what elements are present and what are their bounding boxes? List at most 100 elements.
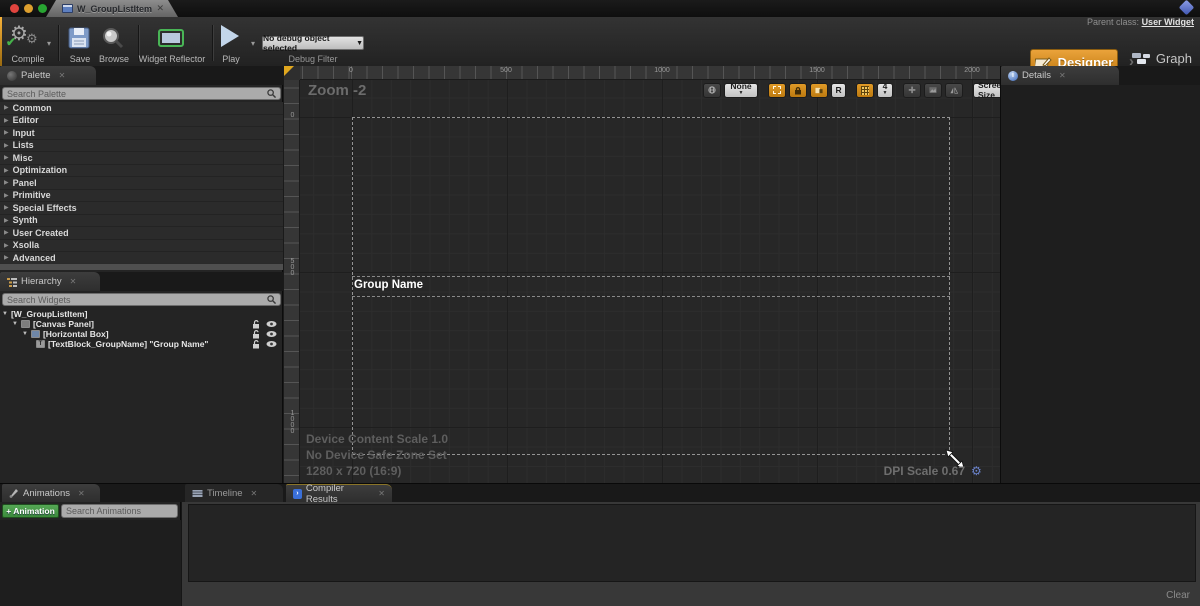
expander-icon[interactable]: ▶: [4, 167, 9, 174]
palette-category-misc[interactable]: ▶Misc: [0, 152, 283, 165]
expander-icon[interactable]: ▶: [4, 204, 9, 211]
animations-search[interactable]: [61, 504, 178, 518]
expander-icon[interactable]: ▶: [4, 104, 9, 111]
palette-search[interactable]: [2, 87, 281, 100]
grid-size-select[interactable]: 4 ▼: [877, 83, 893, 98]
animations-search-input[interactable]: [62, 506, 187, 516]
close-tab-icon[interactable]: ✕: [70, 277, 77, 286]
palette-category-common[interactable]: ▶Common: [0, 102, 283, 115]
transform-crosshair-icon: ✛: [908, 85, 915, 96]
details-tabbar: i Details ✕: [1001, 66, 1200, 85]
expander-icon[interactable]: ▶: [4, 129, 9, 136]
expander-icon[interactable]: ▶: [4, 229, 9, 236]
clear-log-button[interactable]: Clear: [1166, 590, 1190, 601]
flow-direction-select[interactable]: None ▼: [724, 83, 758, 98]
graph-mode-button[interactable]: Graph: [1131, 51, 1192, 66]
palette-category-special-effects[interactable]: ▶Special Effects: [0, 202, 283, 215]
lock-widgets-button[interactable]: [789, 83, 807, 98]
palette-category-input[interactable]: ▶Input: [0, 127, 283, 140]
palette-category-user-created[interactable]: ▶User Created: [0, 227, 283, 240]
dpi-settings-gear-icon[interactable]: ⚙: [971, 464, 982, 478]
palette-category-optimization[interactable]: ▶Optimization: [0, 165, 283, 178]
palette-search-input[interactable]: [3, 89, 267, 99]
close-tab-icon[interactable]: ✕: [156, 3, 164, 14]
maximize-window-button[interactable]: [38, 4, 47, 13]
tab-timeline[interactable]: Timeline ✕: [185, 484, 283, 502]
tab-animations[interactable]: Animations ✕: [2, 484, 100, 502]
compile-button[interactable]: ⚙ ⚙ ✔: [8, 25, 48, 53]
parent-class-link[interactable]: User Widget: [1142, 17, 1194, 27]
palette-category-primitive[interactable]: ▶Primitive: [0, 190, 283, 203]
snap-to-pixel-button[interactable]: [810, 83, 828, 98]
tab-palette[interactable]: Palette ✕: [0, 66, 96, 85]
visibility-eye-icon[interactable]: [266, 330, 277, 338]
minimize-window-button[interactable]: [24, 4, 33, 13]
play-options-dropdown[interactable]: ▾: [251, 39, 255, 48]
close-tab-icon[interactable]: ✕: [1059, 71, 1066, 80]
tab-hierarchy[interactable]: Hierarchy ✕: [0, 272, 100, 291]
close-tab-icon[interactable]: ✕: [251, 489, 258, 498]
respect-locks-button[interactable]: R: [831, 83, 846, 98]
expander-icon[interactable]: ▶: [4, 154, 9, 161]
palette-category-xsolla[interactable]: ▶Xsolla: [0, 240, 283, 253]
visibility-eye-icon[interactable]: [266, 320, 277, 328]
lock-icon[interactable]: [252, 320, 260, 329]
tab-details[interactable]: i Details ✕: [1001, 66, 1119, 85]
mirror-icon: [950, 86, 958, 95]
compiler-results-log[interactable]: [188, 504, 1196, 582]
palette-category-panel[interactable]: ▶Panel: [0, 177, 283, 190]
asset-tab[interactable]: W_GroupListItem ✕: [46, 0, 178, 17]
close-tab-icon[interactable]: ✕: [78, 489, 85, 498]
grid-snapping-button[interactable]: [856, 83, 874, 98]
expander-icon[interactable]: ▼: [22, 331, 28, 337]
expander-icon[interactable]: ▶: [4, 179, 9, 186]
close-window-button[interactable]: [10, 4, 19, 13]
expander-icon[interactable]: ▶: [4, 242, 9, 249]
expander-icon[interactable]: ▼: [12, 321, 18, 327]
play-button[interactable]: [221, 25, 239, 47]
localization-preview-button[interactable]: [703, 83, 721, 98]
group-name-textblock[interactable]: Group Name: [354, 279, 423, 291]
add-animation-button[interactable]: + Animation: [2, 504, 59, 518]
compiler-results-icon: ›: [293, 489, 302, 499]
save-button[interactable]: [67, 26, 91, 55]
panel-splitter[interactable]: [0, 263, 283, 270]
widget-reflector-button[interactable]: [156, 28, 186, 53]
visibility-eye-icon[interactable]: [266, 340, 277, 348]
close-tab-icon[interactable]: ✕: [378, 489, 385, 498]
toggle-outlines-button[interactable]: [768, 83, 786, 98]
tree-row-canvas-panel[interactable]: ▼ [Canvas Panel]: [2, 319, 281, 329]
tab-compiler-results[interactable]: › Compiler Results ✕: [286, 484, 392, 502]
unreal-umg-editor-window: W_GroupListItem ✕ ⚙ ⚙ ✔ ▾ Compile Save: [0, 0, 1200, 606]
ruler-tick-label: 500: [289, 258, 296, 276]
expander-icon[interactable]: ▶: [4, 192, 9, 199]
hierarchy-search[interactable]: [2, 293, 281, 306]
debug-object-select[interactable]: No debug object selected ▼: [262, 36, 364, 50]
browse-button[interactable]: [101, 26, 125, 55]
transform-mode-button[interactable]: ✛: [903, 83, 921, 98]
dashed-outline-icon: [773, 86, 781, 94]
lock-icon[interactable]: [252, 340, 260, 349]
palette-category-lists[interactable]: ▶Lists: [0, 140, 283, 153]
palette-category-editor[interactable]: ▶Editor: [0, 115, 283, 128]
preview-background-button[interactable]: [924, 83, 942, 98]
expander-icon[interactable]: ▶: [4, 254, 9, 261]
horizontal-box-outline[interactable]: [352, 276, 950, 297]
widget-reflector-icon: [156, 28, 186, 48]
close-tab-icon[interactable]: ✕: [59, 71, 66, 80]
expander-icon[interactable]: ▶: [4, 142, 9, 149]
expander-icon[interactable]: ▶: [4, 117, 9, 124]
ruler-tick-label: 0: [349, 67, 353, 74]
tree-row-textblock[interactable]: T [TextBlock_GroupName] "Group Name": [2, 339, 281, 349]
palette-category-synth[interactable]: ▶Synth: [0, 215, 283, 228]
plus-icon: +: [6, 506, 11, 516]
hierarchy-search-input[interactable]: [3, 295, 267, 305]
flip-preview-button[interactable]: [945, 83, 963, 98]
lock-icon[interactable]: [252, 330, 260, 339]
browse-magnifier-icon: [101, 26, 125, 50]
expander-icon[interactable]: ▶: [4, 217, 9, 224]
tree-row-root[interactable]: ▼ [W_GroupListItem]: [2, 309, 281, 319]
expander-icon[interactable]: ▼: [2, 311, 8, 317]
tree-row-horizontal-box[interactable]: ▼ [Horizontal Box]: [2, 329, 281, 339]
compile-options-dropdown[interactable]: ▾: [47, 39, 51, 48]
